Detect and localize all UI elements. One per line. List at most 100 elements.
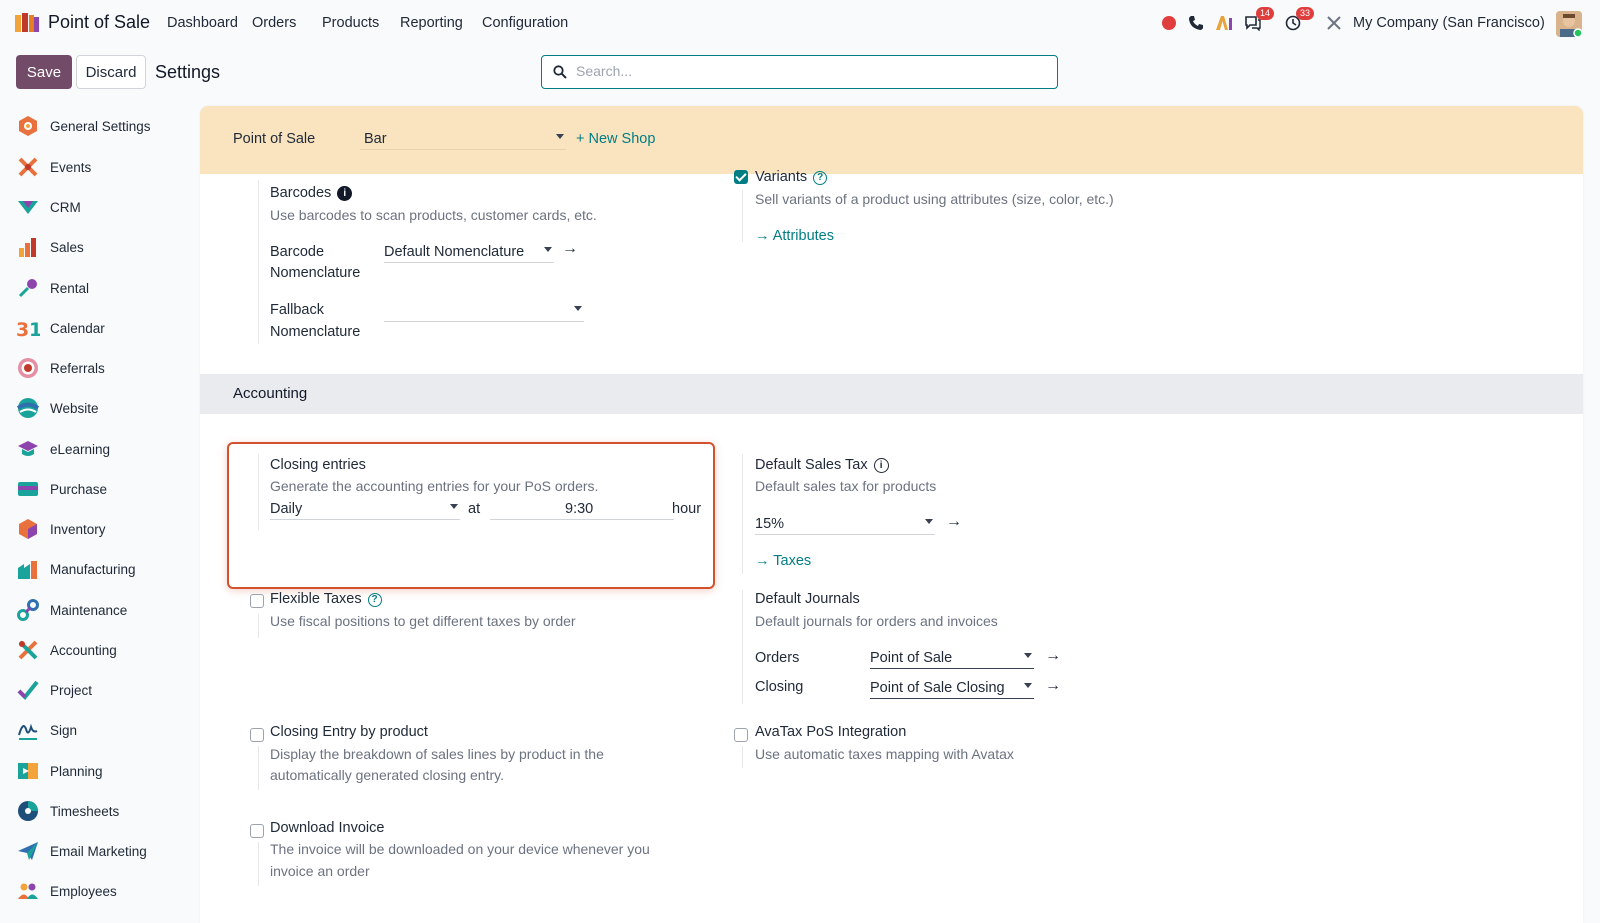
sidebar-item-events[interactable]: Events — [16, 155, 91, 179]
shop-select[interactable]: Bar — [360, 126, 566, 150]
download-invoice-checkbox[interactable] — [250, 824, 264, 838]
sidebar-item-employees[interactable]: Employees — [16, 879, 117, 903]
variants-title: Variants? — [755, 169, 828, 185]
inventory-icon — [16, 517, 40, 541]
shop-selector-bar: Point of Sale Bar + New Shop — [200, 106, 1583, 174]
nav-configuration[interactable]: Configuration — [482, 15, 568, 31]
help-icon[interactable]: ? — [813, 170, 828, 185]
closing-journal-label: Closing — [755, 679, 804, 695]
general-settings-icon — [16, 114, 40, 138]
orders-journal-label: Orders — [755, 650, 800, 666]
info-icon[interactable]: i — [337, 186, 353, 201]
arrow-right-icon[interactable]: → — [1045, 677, 1061, 695]
closing-by-product-description-1: Display the breakdown of sales lines by … — [270, 746, 604, 762]
attributes-link[interactable]: → Attributes — [755, 228, 834, 244]
download-invoice-description-2: invoice an order — [270, 863, 370, 879]
settings-form: Point of Sale Bar + New Shop Barcodes i U… — [200, 106, 1583, 923]
default-sales-tax-select[interactable]: 15% — [755, 511, 935, 535]
chevron-down-icon — [556, 134, 564, 139]
sidebar-item-inventory[interactable]: Inventory — [16, 517, 106, 541]
sales-icon — [16, 235, 40, 259]
flexible-taxes-title: Flexible Taxes? — [270, 591, 382, 607]
messages-icon[interactable]: 14 — [1242, 7, 1274, 34]
activities-badge: 33 — [1295, 7, 1314, 20]
orders-journal-select[interactable]: Point of Sale — [870, 645, 1034, 669]
sidebar-item-purchase[interactable]: Purchase — [16, 477, 107, 501]
default-journals-title: Default Journals — [755, 591, 860, 607]
project-icon — [16, 678, 40, 702]
sidebar-item-timesheets[interactable]: Timesheets — [16, 799, 119, 823]
email-marketing-icon — [16, 839, 40, 863]
save-button[interactable]: Save — [16, 55, 72, 89]
help-icon[interactable]: ? — [367, 592, 382, 607]
new-shop-button[interactable]: + New Shop — [576, 131, 655, 147]
closing-journal-select[interactable]: Point of Sale Closing — [870, 675, 1034, 699]
discard-button[interactable]: Discard — [76, 55, 146, 89]
tools-icon[interactable] — [1323, 12, 1345, 34]
chevron-down-icon — [925, 519, 933, 524]
arrow-right-icon[interactable]: → — [1045, 647, 1061, 665]
sidebar-item-elearning[interactable]: eLearning — [16, 437, 110, 461]
sidebar-item-referrals[interactable]: Referrals — [16, 356, 105, 380]
info-icon[interactable]: i — [873, 458, 889, 473]
sign-icon — [16, 718, 40, 742]
sidebar-item-crm[interactable]: CRM — [16, 195, 81, 219]
company-switcher[interactable]: My Company (San Francisco) — [1353, 15, 1545, 31]
fallback-nomenclature-select[interactable] — [384, 298, 584, 322]
elearning-icon — [16, 437, 40, 461]
fallback-nomenclature-label-2: Nomenclature — [270, 324, 361, 340]
accounting-icon — [16, 638, 40, 662]
calendar-icon: 31 — [16, 316, 40, 340]
variants-checkbox[interactable] — [734, 170, 748, 184]
closing-by-product-description-2: automatically generated closing entry. — [270, 767, 504, 783]
sidebar-item-website[interactable]: Website — [16, 396, 99, 420]
events-icon — [16, 155, 40, 179]
sidebar-item-sign[interactable]: Sign — [16, 718, 77, 742]
barcodes-title: Barcodes i — [270, 185, 353, 201]
svg-text:3: 3 — [16, 319, 29, 339]
rental-icon — [16, 276, 40, 300]
sidebar-item-accounting[interactable]: Accounting — [16, 638, 117, 662]
sidebar-item-calendar[interactable]: 31 Calendar — [16, 316, 105, 340]
arrow-right-icon[interactable]: → — [562, 240, 578, 258]
phone-icon[interactable] — [1185, 12, 1207, 34]
chevron-down-icon — [544, 247, 552, 252]
default-journals-description: Default journals for orders and invoices — [755, 613, 998, 629]
search-input[interactable] — [576, 63, 1046, 79]
closing-by-product-checkbox[interactable] — [250, 728, 264, 742]
arrow-right-icon[interactable]: → — [946, 513, 962, 531]
settings-search[interactable] — [541, 55, 1058, 89]
sidebar-item-rental[interactable]: Rental — [16, 276, 89, 300]
barcode-nomenclature-select[interactable]: Default Nomenclature — [384, 239, 554, 263]
nav-reporting[interactable]: Reporting — [400, 15, 463, 31]
sidebar-item-email-marketing[interactable]: Email Marketing — [16, 839, 147, 863]
user-avatar[interactable] — [1556, 11, 1582, 37]
avatax-checkbox[interactable] — [734, 728, 748, 742]
sidebar-item-sales[interactable]: Sales — [16, 235, 84, 259]
download-invoice-title: Download Invoice — [270, 820, 385, 836]
sidebar-item-planning[interactable]: Planning — [16, 759, 103, 783]
timesheets-icon — [16, 799, 40, 823]
pos-app-icon[interactable] — [14, 12, 40, 34]
nav-dashboard[interactable]: Dashboard — [167, 15, 238, 31]
ai-icon[interactable] — [1213, 12, 1235, 34]
sidebar-item-project[interactable]: Project — [16, 678, 92, 702]
activities-icon[interactable]: 33 — [1282, 7, 1314, 34]
website-icon — [16, 396, 40, 420]
app-title[interactable]: Point of Sale — [48, 12, 150, 33]
sidebar-item-maintenance[interactable]: Maintenance — [16, 598, 127, 622]
taxes-link[interactable]: → Taxes — [755, 553, 811, 569]
planning-icon — [16, 759, 40, 783]
default-sales-tax-title: Default Sales Tax i — [755, 457, 889, 473]
maintenance-icon — [16, 598, 40, 622]
top-navbar: Point of Sale Dashboard Orders Products … — [0, 0, 1600, 46]
nav-products[interactable]: Products — [322, 15, 379, 31]
barcode-nomenclature-label-2: Nomenclature — [270, 265, 361, 281]
accounting-section-header: Accounting — [200, 374, 1583, 414]
sidebar-item-general-settings[interactable]: General Settings — [16, 114, 151, 138]
flexible-taxes-checkbox[interactable] — [250, 594, 264, 608]
nav-orders[interactable]: Orders — [252, 15, 296, 31]
sidebar-item-manufacturing[interactable]: Manufacturing — [16, 557, 136, 581]
shop-bar-label: Point of Sale — [233, 131, 316, 147]
record-icon[interactable] — [1158, 12, 1180, 34]
